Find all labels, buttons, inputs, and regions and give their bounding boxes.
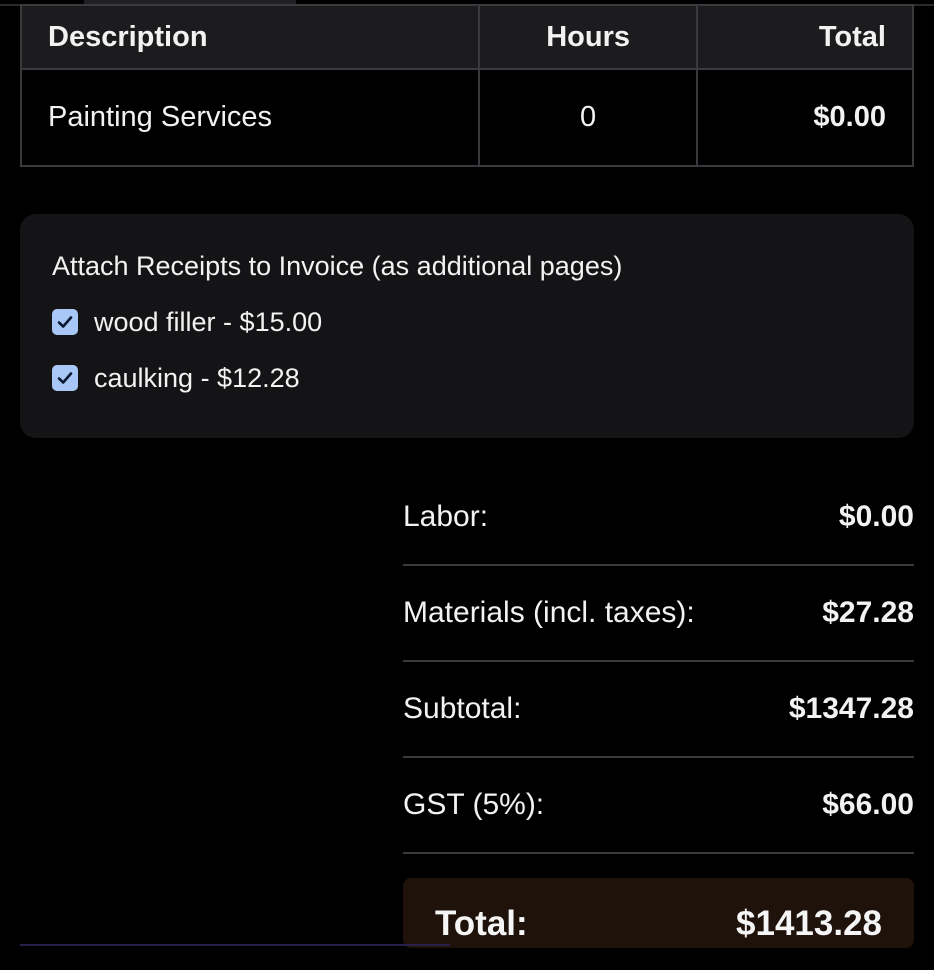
total-value: $1413.28	[736, 904, 882, 943]
summary-label: GST (5%):	[403, 788, 545, 821]
summary-row-labor: Labor: $0.00	[403, 470, 914, 566]
receipt-item-caulking[interactable]: caulking - $12.28	[52, 362, 882, 394]
checkmark-icon	[57, 372, 73, 384]
receipt-checkbox[interactable]	[52, 365, 78, 391]
checkmark-icon	[57, 316, 73, 328]
summary-label: Materials (incl. taxes):	[403, 596, 695, 629]
table-header-row: Description Hours Total	[20, 4, 914, 70]
bottom-accent-line	[20, 944, 450, 946]
table-row: Painting Services 0 $0.00	[20, 68, 914, 167]
header-total: Total	[696, 4, 914, 70]
summary-row-materials: Materials (incl. taxes): $27.28	[403, 566, 914, 662]
invoice-summary: Labor: $0.00 Materials (incl. taxes): $2…	[403, 470, 914, 854]
row-hours[interactable]: 0	[477, 68, 699, 167]
summary-row-gst: GST (5%): $66.00	[403, 758, 914, 854]
invoice-page: Description Hours Total Painting Service…	[0, 0, 934, 970]
receipt-item-wood-filler[interactable]: wood filler - $15.00	[52, 306, 882, 338]
receipt-label: caulking - $12.28	[94, 362, 300, 393]
header-hours: Hours	[477, 4, 699, 70]
receipt-checkbox[interactable]	[52, 309, 78, 335]
summary-row-subtotal: Subtotal: $1347.28	[403, 662, 914, 758]
summary-value: $66.00	[822, 788, 914, 821]
row-total: $0.00	[696, 68, 914, 167]
row-description: Painting Services	[20, 68, 480, 167]
summary-value: $27.28	[822, 596, 914, 629]
grand-total-box: Total: $1413.28	[403, 878, 914, 948]
total-label: Total:	[435, 904, 528, 943]
header-description: Description	[20, 4, 480, 70]
services-table: Description Hours Total Painting Service…	[20, 4, 914, 167]
summary-value: $0.00	[838, 500, 914, 533]
summary-value: $1347.28	[788, 692, 914, 725]
attach-receipts-card: Attach Receipts to Invoice (as additiona…	[20, 214, 914, 438]
receipts-title: Attach Receipts to Invoice (as additiona…	[52, 251, 623, 281]
summary-label: Labor:	[403, 500, 489, 533]
summary-label: Subtotal:	[403, 692, 522, 725]
receipt-label: wood filler - $15.00	[94, 306, 323, 337]
